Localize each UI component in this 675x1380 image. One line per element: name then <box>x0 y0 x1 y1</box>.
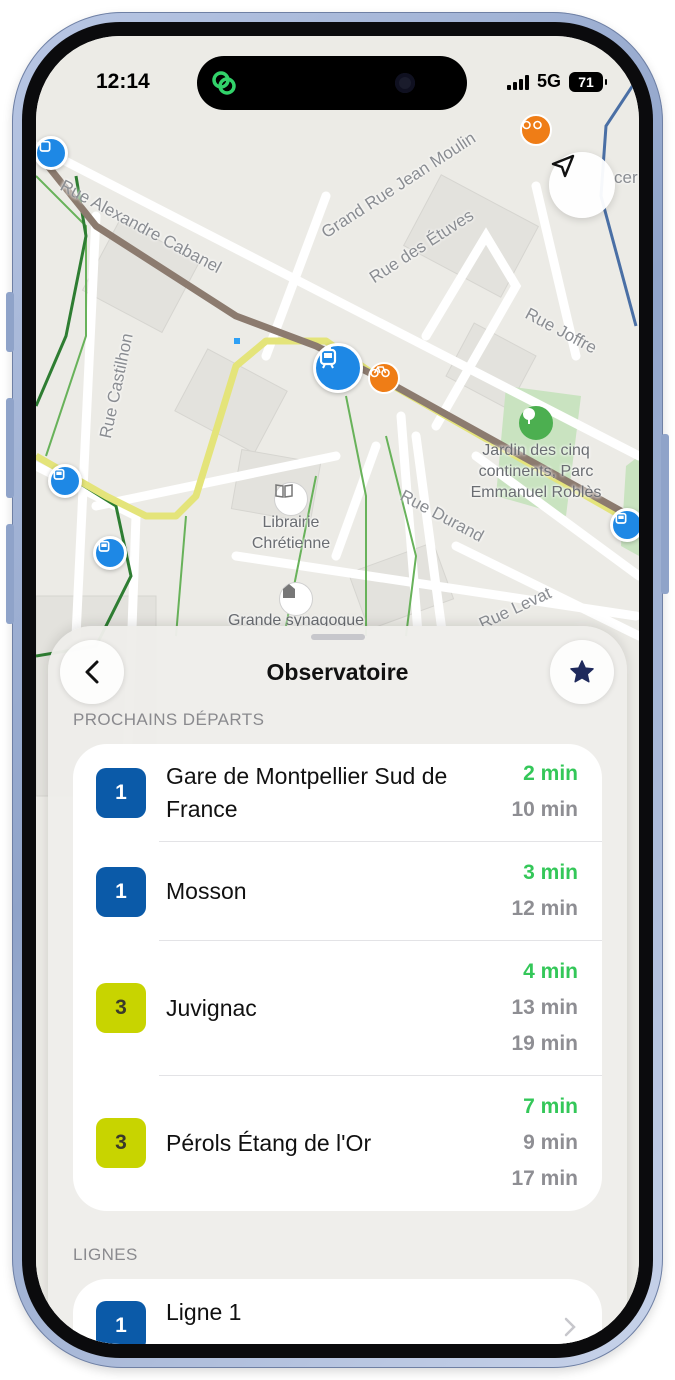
power-button <box>661 434 669 594</box>
star-icon <box>570 660 594 683</box>
destination: Mosson <box>166 878 247 904</box>
sheet-grabber[interactable] <box>311 634 365 640</box>
departure-time: 10 min <box>511 798 578 821</box>
departure-time: 3 min <box>523 861 578 884</box>
map-edge-label: cer <box>614 168 638 187</box>
departures-header: PROCHAINS DÉPARTS <box>73 710 265 729</box>
departure-times: 2 min 10 min <box>511 756 578 828</box>
departure-time: 9 min <box>523 1131 578 1154</box>
tram-stop-marker-selected[interactable] <box>313 343 363 393</box>
action-button <box>6 292 14 352</box>
stop-detail-sheet: Observatoire PROCHAINS DÉPARTS 1 Gare de… <box>48 626 627 1344</box>
chevron-right-icon <box>564 1317 576 1337</box>
bookstore-label: Librairie Chrétienne <box>251 514 331 552</box>
stop-title: Observatoire <box>266 659 409 685</box>
tram-stop-marker[interactable] <box>48 464 82 498</box>
departure-time: 17 min <box>511 1167 578 1190</box>
screen: Rue Alexandre Cabanel Grand Rue Jean Mou… <box>36 36 639 1344</box>
locate-me-button[interactable] <box>549 152 615 218</box>
tram-stop-marker[interactable] <box>93 536 127 570</box>
favorite-button[interactable] <box>550 640 614 704</box>
departure-times: 3 min 12 min <box>511 855 578 927</box>
volume-up-button <box>6 398 14 498</box>
departure-time: 19 min <box>511 1032 578 1055</box>
departure-time: 2 min <box>523 762 578 785</box>
departure-time: 12 min <box>511 897 578 920</box>
departure-row[interactable]: 3 Pérols Étang de l'Or 7 min 9 min 17 mi… <box>73 1076 602 1211</box>
departure-time: 7 min <box>523 1095 578 1118</box>
line-badge: 3 <box>96 1118 146 1168</box>
live-activity-icon <box>197 56 251 110</box>
line-label: Ligne 1 <box>166 1299 242 1325</box>
bike-station-marker[interactable] <box>368 362 400 394</box>
battery-icon: 71 <box>569 71 607 92</box>
book-icon[interactable] <box>274 482 308 516</box>
destination: Juvignac <box>166 995 257 1021</box>
departure-times: 4 min 13 min 19 min <box>511 954 578 1062</box>
departure-time: 13 min <box>511 996 578 1019</box>
network-type: 5G <box>536 71 561 91</box>
volume-down-button <box>6 524 14 624</box>
status-indicators: 5G 71 <box>506 71 607 92</box>
front-camera <box>395 73 415 93</box>
line-badge: 1 <box>96 1301 146 1344</box>
departures-card: 1 Gare de Montpellier Sud de France 2 mi… <box>73 744 602 1211</box>
line-badge: 1 <box>96 867 146 917</box>
line-badge: 1 <box>96 768 146 818</box>
departure-row[interactable]: 3 Juvignac 4 min 13 min 19 min <box>73 941 602 1076</box>
departure-times: 7 min 9 min 17 min <box>511 1089 578 1197</box>
status-time: 12:14 <box>96 70 150 93</box>
departure-row[interactable]: 1 Gare de Montpellier Sud de France 2 mi… <box>73 744 602 842</box>
destination: Pérols Étang de l'Or <box>166 1130 372 1156</box>
bike-station-marker[interactable] <box>520 114 552 146</box>
departure-time: 4 min <box>523 960 578 983</box>
line-row[interactable]: 1 Ligne 1 <box>73 1279 602 1344</box>
cellular-signal-icon <box>506 74 529 90</box>
line-badge: 3 <box>96 983 146 1033</box>
tram-stop-marker[interactable] <box>610 508 639 542</box>
lines-header: LIGNES <box>73 1245 138 1264</box>
park-icon[interactable] <box>519 406 553 440</box>
dynamic-island <box>197 56 467 110</box>
departure-row[interactable]: 1 Mosson 3 min 12 min <box>73 842 602 941</box>
destination: Gare de Montpellier Sud de France <box>166 763 448 822</box>
lines-card: 1 Ligne 1 <box>73 1279 602 1344</box>
park-label: Jardin des cinq continents, Parc Emmanue… <box>470 442 602 501</box>
location-arrow-icon <box>551 154 575 178</box>
